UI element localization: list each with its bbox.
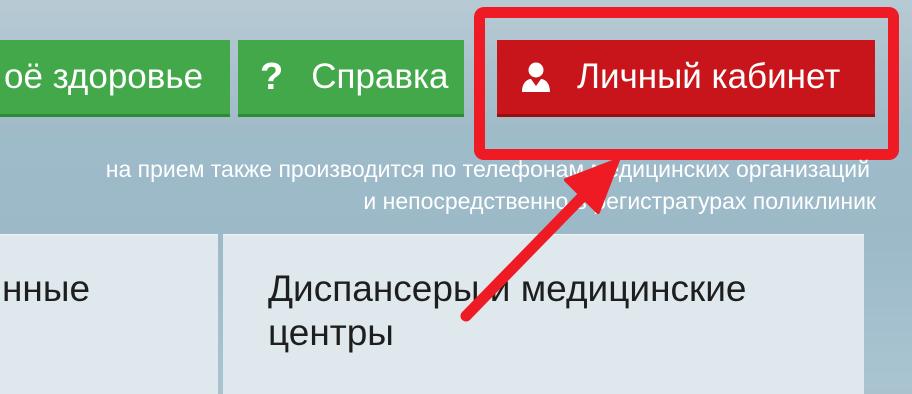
pointer-arrow bbox=[460, 158, 620, 322]
